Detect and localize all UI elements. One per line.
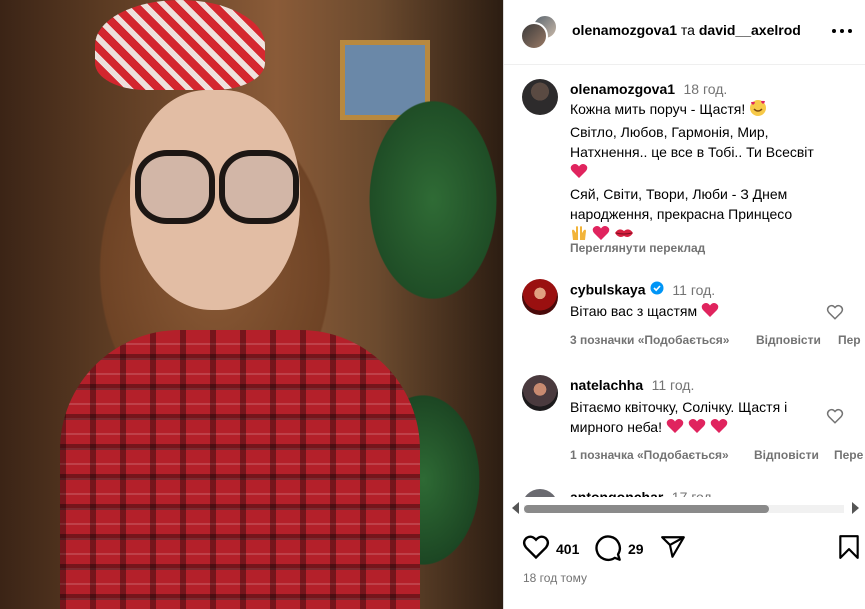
comment-text: Вітаю вас з щастям	[570, 301, 719, 323]
comment-time: 11 год.	[672, 281, 716, 298]
post-authors: olenamozgova1 та david__axelrod	[572, 22, 801, 38]
comment-text-line: Вітаємо квіточку, Солічку. Щастя і	[570, 399, 788, 415]
comment-time: 17 год.	[671, 489, 716, 497]
comment-time: 11 год.	[651, 377, 695, 393]
like-comment-heart-icon[interactable]	[826, 303, 844, 321]
caption-line: народження, прекрасна Принцесо	[570, 205, 793, 222]
comment-header: cybulskaya 11 год.	[570, 281, 715, 300]
post-photo	[0, 0, 503, 609]
comment-username[interactable]: cybulskaya	[570, 282, 646, 298]
heart-icon	[666, 418, 684, 439]
caption-header: olenamozgova1 18 год.	[570, 81, 727, 99]
conjunction: та	[680, 22, 695, 38]
avatar[interactable]	[522, 279, 558, 315]
author-link[interactable]: david__axelrod	[699, 22, 801, 38]
caption-username[interactable]: olenamozgova1	[570, 81, 675, 97]
heart-icon	[570, 163, 588, 184]
save-bookmark-icon[interactable]	[838, 534, 860, 560]
verified-badge-icon	[650, 281, 664, 300]
avatar[interactable]	[520, 22, 548, 50]
comment-likes[interactable]: 3 позначки «Подобається»	[570, 333, 729, 347]
comment-text: Вітаємо квіточку, Солічку. Щастя і мирно…	[570, 397, 830, 439]
reply-button[interactable]: Відповісти	[754, 448, 819, 462]
translate-link[interactable]: Переглянути переклад	[570, 241, 705, 255]
more-link[interactable]: Пер	[838, 333, 861, 347]
smiling-face-with-hearts-icon	[749, 99, 767, 122]
comment-text-content: Вітаю вас з щастям	[570, 303, 698, 319]
comments-section: olenamozgova1 18 год. Кожна мить поруч -…	[504, 65, 865, 497]
heart-icon	[701, 302, 719, 323]
avatar[interactable]	[522, 79, 558, 115]
comment-username[interactable]: natelachha	[570, 377, 643, 393]
caption-time: 18 год.	[683, 81, 728, 97]
glasses	[135, 150, 299, 224]
post-time-ago: 18 год тому	[523, 571, 587, 585]
caption-text: Кожна мить поруч - Щастя! Світло, Любов,…	[570, 99, 860, 247]
collab-avatars[interactable]	[520, 14, 558, 50]
more-options-icon[interactable]	[832, 20, 854, 42]
comment-icon[interactable]	[594, 534, 622, 562]
avatar[interactable]	[522, 375, 558, 411]
plaid-dress	[60, 330, 420, 609]
heart-icon	[710, 418, 728, 439]
scroll-right-arrow[interactable]	[852, 502, 859, 514]
heart-icon	[688, 418, 706, 439]
likes-count[interactable]: 401	[556, 541, 579, 557]
caption-line: Сяй, Світи, Твори, Люби - З Днем	[570, 185, 788, 202]
comment-header: antongonchar 17 год.	[570, 489, 716, 497]
comment-username[interactable]: antongonchar	[570, 489, 663, 497]
more-link[interactable]: Пере	[834, 448, 863, 462]
caption-line: Кожна мить поруч - Щастя!	[570, 101, 746, 118]
horizontal-scrollbar[interactable]	[512, 500, 862, 516]
post-actions: 401 29	[504, 528, 865, 568]
reply-button[interactable]: Відповісти	[756, 333, 821, 347]
caption-line: Світло, Любов, Гармонія, Мир,	[570, 124, 769, 140]
comment-text-line: мирного неба!	[570, 419, 662, 435]
comment-likes[interactable]: 1 позначка «Подобається»	[570, 448, 729, 462]
post-panel: olenamozgova1 та david__axelrod olenamoz…	[503, 0, 865, 609]
share-icon[interactable]	[660, 534, 686, 560]
scroll-left-arrow[interactable]	[512, 502, 519, 514]
like-comment-heart-icon[interactable]	[826, 407, 844, 425]
post-header: olenamozgova1 та david__axelrod	[504, 0, 865, 65]
like-heart-icon[interactable]	[522, 534, 550, 560]
scroll-thumb[interactable]	[524, 505, 769, 513]
comments-count[interactable]: 29	[628, 541, 644, 557]
comment-header: natelachha 11 год.	[570, 377, 694, 395]
hair-bow	[95, 0, 265, 90]
author-link[interactable]: olenamozgova1	[572, 22, 677, 38]
caption-line: Натхнення.. це все в Тобі.. Ти Всесвіт	[570, 144, 814, 160]
avatar[interactable]	[522, 489, 558, 497]
